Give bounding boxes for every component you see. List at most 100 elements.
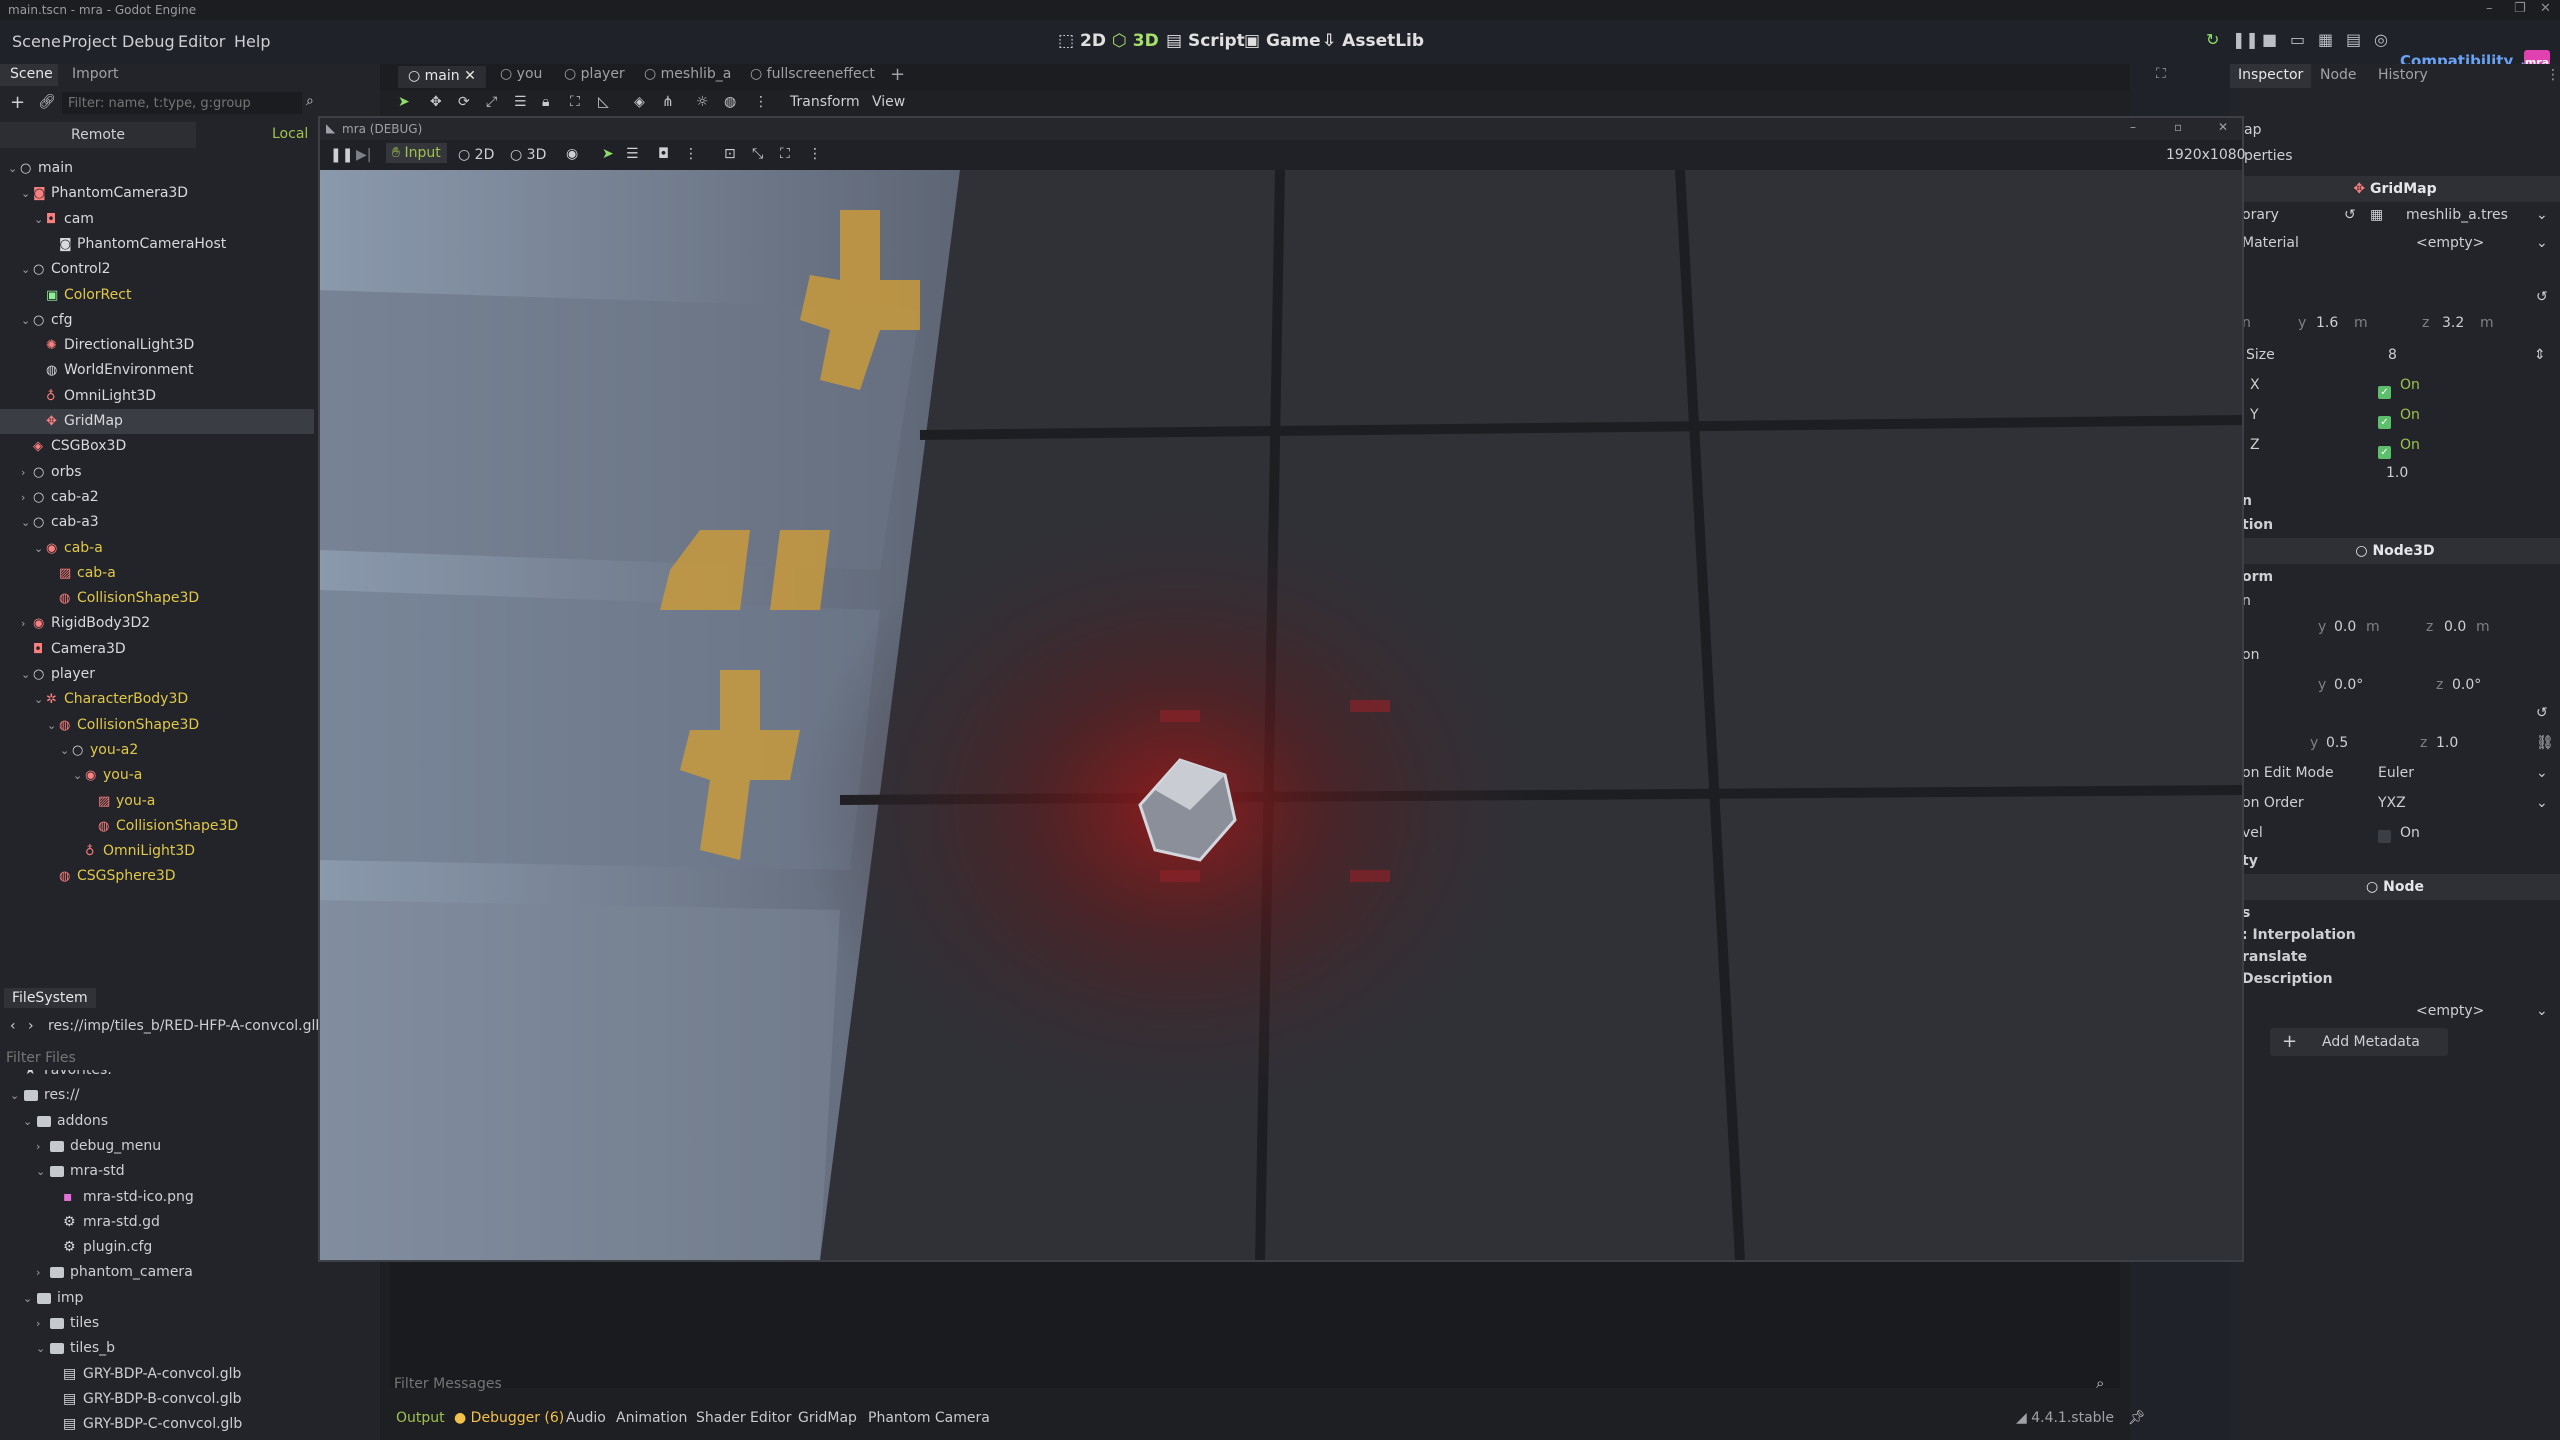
tab-scene[interactable]: Scene <box>0 64 58 86</box>
group-meta-3[interactable]: Description <box>2230 966 2560 992</box>
spinner-icon[interactable]: ⇕ <box>2534 342 2546 368</box>
collapse-arrow-icon[interactable]: ⌄ <box>47 713 56 738</box>
collapse-arrow-icon[interactable]: ⌄ <box>36 1159 45 1184</box>
tree-node[interactable]: ⌄ ✲ CharacterBody3D <box>0 687 314 712</box>
snap-icon[interactable]: ⋔ <box>662 94 674 110</box>
tree-node[interactable]: ◍ CollisionShape3D <box>0 586 314 611</box>
tree-node[interactable]: ◘ Camera3D <box>0 637 314 662</box>
group-physics[interactable]: n <box>2230 488 2560 514</box>
tree-node[interactable]: ♁ OmniLight3D <box>0 839 314 864</box>
mode-2d[interactable]: ○ 2D <box>458 147 494 163</box>
reload-icon[interactable]: ↻ <box>2206 30 2219 49</box>
workspace-game[interactable]: ▣ Game <box>1244 31 1321 51</box>
group-visibility[interactable]: ty <box>2230 848 2560 874</box>
game-viewport[interactable] <box>320 170 2242 1260</box>
tree-node[interactable]: ⌄ ○ cfg <box>0 308 314 333</box>
tree-node[interactable]: ⌄ ○ main <box>0 156 314 181</box>
keep-aspect-icon[interactable]: ⤡ <box>752 146 763 162</box>
tab-import[interactable]: Import <box>72 66 118 82</box>
pause-icon[interactable]: ❚❚ <box>330 147 353 163</box>
tab-history[interactable]: History <box>2378 67 2428 83</box>
fs-item[interactable]: ⌄ imp <box>0 1286 380 1311</box>
tree-node[interactable]: › ○ orbs <box>0 460 314 485</box>
center-y-checkbox[interactable]: ✓ <box>2378 408 2391 434</box>
scene-tab-meshlib[interactable]: ○ meshlib_a <box>644 66 731 88</box>
scene-tab-fullscreeneffect[interactable]: ○ fullscreeneffect <box>750 66 875 88</box>
fs-item[interactable]: ▤ GRY-BDP-C-convcol.glb <box>0 1412 380 1437</box>
collapse-arrow-icon[interactable]: ⌄ <box>21 257 30 282</box>
add-scene-tab-icon[interactable]: + <box>890 64 905 86</box>
workspace-script[interactable]: ▤ Script <box>1166 31 1245 51</box>
select-tool-icon[interactable]: ➤ <box>398 94 410 110</box>
filter-messages-input[interactable] <box>394 1372 2074 1396</box>
menu-help[interactable]: Help <box>234 32 270 51</box>
workspace-2d[interactable]: ⬚ 2D <box>1058 31 1106 51</box>
tree-node[interactable]: ⌄ ○ player <box>0 662 314 687</box>
menu-project[interactable]: Project <box>62 32 117 51</box>
section-node3d[interactable]: ○ Node3D <box>2230 538 2560 564</box>
workspace-3d[interactable]: ⬡ 3D <box>1112 31 1159 51</box>
local-space-icon[interactable]: ◈ <box>634 94 645 110</box>
minimize-icon[interactable]: – <box>2486 1 2493 16</box>
tree-node[interactable]: ◍ CSGSphere3D <box>0 864 314 889</box>
fs-item[interactable]: › phantom_camera <box>0 1260 380 1285</box>
section-gridmap[interactable]: ✥ GridMap <box>2230 176 2560 202</box>
tree-node[interactable]: ⌄ ◍ CollisionShape3D <box>0 713 314 738</box>
fs-filter-input[interactable] <box>6 1046 306 1070</box>
play-custom-icon[interactable]: ▤ <box>2346 30 2361 49</box>
tree-node[interactable]: ✥ GridMap <box>0 409 314 434</box>
more-options-icon[interactable]: ⋮ <box>808 146 822 162</box>
cell-y-value[interactable]: 1.6 <box>2316 310 2338 336</box>
maximize-icon[interactable]: ▫ <box>2174 120 2182 134</box>
select-icon[interactable]: ➤ <box>602 146 614 162</box>
movie-maker-icon[interactable]: ◎ <box>2374 30 2388 49</box>
sun-preview-icon[interactable]: ☼ <box>696 94 709 110</box>
collapse-arrow-icon[interactable]: ⌄ <box>23 1286 32 1311</box>
lock-icon[interactable]: 🔒︎ <box>542 94 549 110</box>
search-icon[interactable]: ⌕ <box>306 93 314 109</box>
menu-debug[interactable]: Debug <box>122 32 175 51</box>
expand-arrow-icon[interactable]: › <box>36 1260 40 1285</box>
collapse-arrow-icon[interactable]: ⌄ <box>21 181 30 206</box>
remote-debug-icon[interactable]: ▭ <box>2290 30 2305 49</box>
remote-tab[interactable]: Remote <box>0 122 196 148</box>
stretch-icon[interactable]: ⛶ <box>780 146 790 162</box>
tab-debugger[interactable]: ● Debugger (6) <box>454 1410 564 1426</box>
collapse-arrow-icon[interactable]: ⌄ <box>73 763 82 788</box>
collapse-arrow-icon[interactable]: ⌄ <box>60 738 69 763</box>
input-toggle[interactable]: ✋︎ Input <box>386 143 447 163</box>
close-window-icon[interactable]: ✕ <box>2540 1 2551 16</box>
stop-icon[interactable]: ■ <box>2262 30 2277 49</box>
distraction-free-icon[interactable]: ⛶ <box>2156 66 2166 88</box>
tree-node[interactable]: ▨ you-a <box>0 789 314 814</box>
link-scene-icon[interactable]: 🔗︎ <box>38 94 56 110</box>
next-frame-icon[interactable]: ▶| <box>356 147 371 163</box>
tree-node[interactable]: ⌄ ○ cab-a3 <box>0 510 314 535</box>
collapse-arrow-icon[interactable]: ⌄ <box>10 1083 19 1108</box>
expand-arrow-icon[interactable]: › <box>36 1311 40 1336</box>
tab-node[interactable]: Node <box>2320 67 2357 83</box>
add-node-icon[interactable]: + <box>10 92 25 113</box>
collapse-arrow-icon[interactable]: ⌄ <box>34 207 43 232</box>
tree-node[interactable]: ◙ PhantomCameraHost <box>0 232 314 257</box>
collapse-arrow-icon[interactable]: ⌄ <box>21 308 30 333</box>
fs-item[interactable]: ⌄ tiles_b <box>0 1336 380 1361</box>
link-icon[interactable]: ⛓ <box>2536 730 2554 756</box>
tab-output[interactable]: Output <box>396 1410 445 1426</box>
scene-tab-main[interactable]: ○ main ✕ <box>398 66 486 88</box>
filter-properties-input[interactable]: perties <box>2244 148 2293 164</box>
collapse-arrow-icon[interactable]: ⌄ <box>34 687 43 712</box>
tree-node[interactable]: ⌄ ◉ you-a <box>0 763 314 788</box>
cell-z-value[interactable]: 3.2 <box>2442 310 2464 336</box>
tree-node[interactable]: ◈ CSGBox3D <box>0 434 314 459</box>
fixed-size-icon[interactable]: ⊡ <box>724 146 736 162</box>
tree-node[interactable]: ◍ CollisionShape3D <box>0 814 314 839</box>
tab-shader-editor[interactable]: Shader Editor <box>696 1410 791 1426</box>
ruler-icon[interactable]: ◺ <box>598 94 609 110</box>
list-select-icon[interactable]: ☰ <box>514 94 527 110</box>
collapse-arrow-icon[interactable]: ⌄ <box>21 662 30 687</box>
close-tab-icon[interactable]: ✕ <box>464 68 476 84</box>
scene-filter-input[interactable] <box>62 92 302 114</box>
octant-value[interactable]: 8 <box>2388 342 2397 368</box>
collapse-arrow-icon[interactable]: ⌄ <box>36 1336 45 1361</box>
